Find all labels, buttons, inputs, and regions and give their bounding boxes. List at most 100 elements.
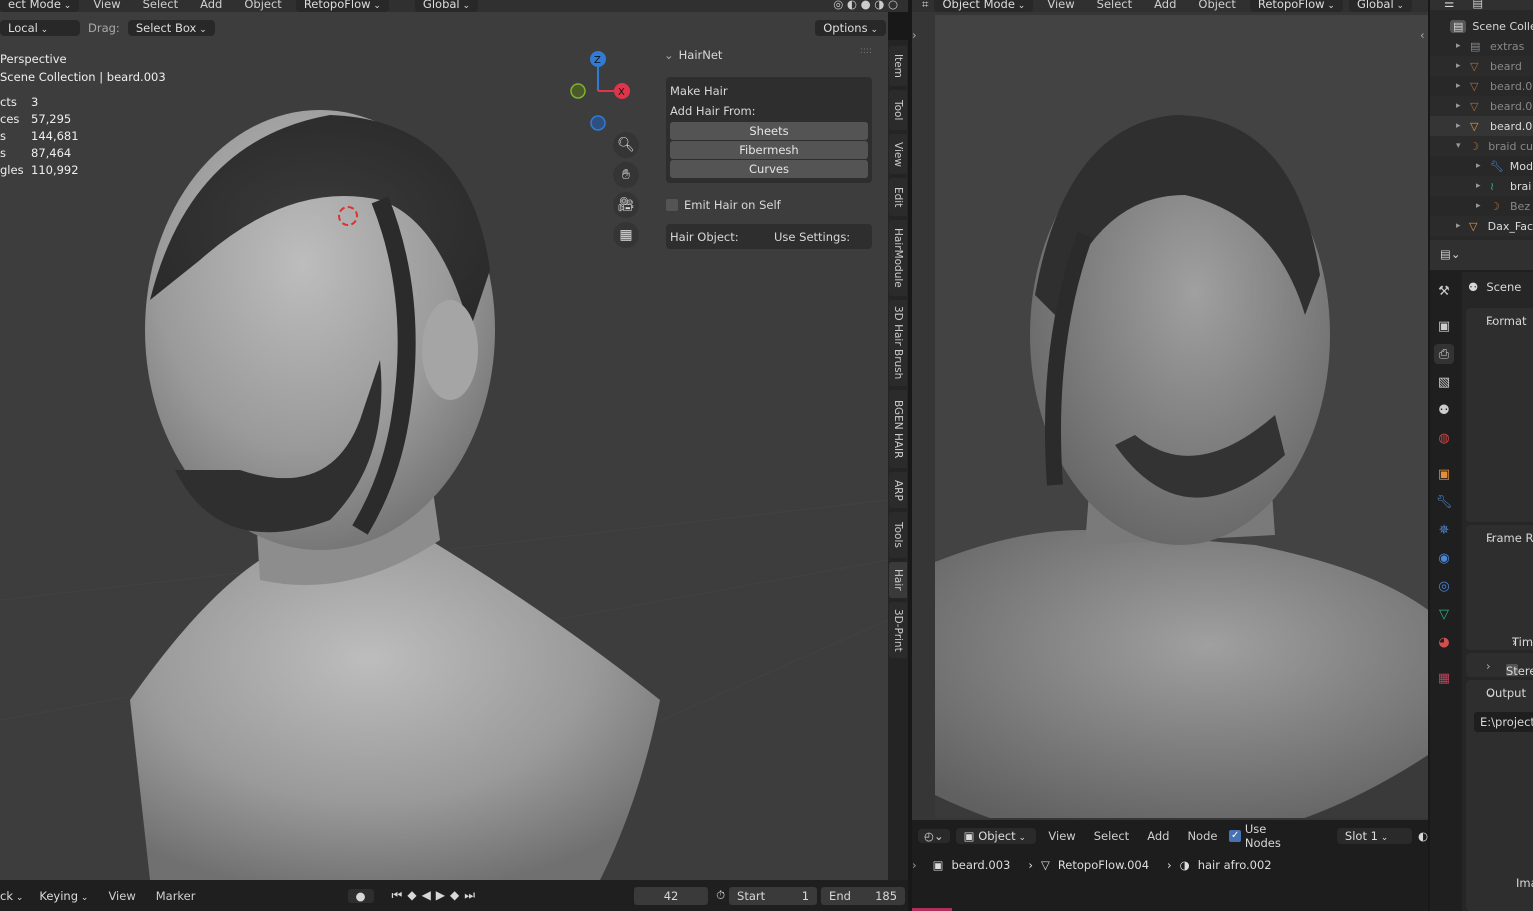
- fibermesh-button[interactable]: Fibermesh: [670, 141, 868, 159]
- tab-arp[interactable]: ARP: [889, 472, 907, 508]
- shader-menu-add[interactable]: Add: [1141, 829, 1175, 843]
- outliner-item[interactable]: ▸ ▽ beard.0: [1430, 116, 1533, 136]
- format-panel[interactable]: ⌄ Format: [1466, 308, 1533, 522]
- right-menu-add[interactable]: Add: [1146, 0, 1184, 11]
- zoom-icon[interactable]: 🔍︎: [613, 132, 639, 158]
- scene-icon[interactable]: ⚉: [1434, 400, 1454, 420]
- tab-item[interactable]: Item: [889, 46, 907, 86]
- drag-dropdown[interactable]: Select Box: [127, 20, 215, 36]
- physics-icon[interactable]: ◉: [1434, 548, 1454, 568]
- shader-type-dropdown[interactable]: ▣ Object: [955, 828, 1037, 844]
- slot-dropdown[interactable]: Slot 1: [1336, 828, 1412, 844]
- pan-hand-icon[interactable]: ✋︎: [613, 162, 639, 188]
- options-dropdown[interactable]: Options: [815, 20, 886, 36]
- tab-edit[interactable]: Edit: [889, 178, 907, 216]
- mode-dropdown[interactable]: ect Mode: [0, 0, 80, 12]
- right-viewport[interactable]: › ‹: [912, 0, 1428, 820]
- output-panel[interactable]: ⌄Output E:\project Ima: [1466, 680, 1533, 911]
- output-path-field[interactable]: E:\project: [1474, 712, 1533, 732]
- frame-range-panel[interactable]: ⌄Frame Ra › Time S: [1466, 525, 1533, 650]
- object-props-icon[interactable]: ▣: [1434, 464, 1454, 484]
- world-icon[interactable]: ◍: [1434, 428, 1454, 448]
- left-viewport[interactable]: Perspective Scene Collection | beard.003…: [0, 0, 888, 880]
- breadcrumb-material[interactable]: hair afro.002: [1198, 858, 1272, 872]
- tab-3d-hair-brush[interactable]: 3D Hair Brush: [889, 300, 907, 386]
- shading-icons[interactable]: ◎ ◐ ● ◑ ○: [833, 0, 898, 11]
- expand-arrow-icon[interactable]: ▾: [1456, 141, 1469, 151]
- orientation-dropdown[interactable]: Global: [414, 0, 479, 12]
- tab-tool[interactable]: Tool: [889, 90, 907, 130]
- timeline-menu-view[interactable]: View: [100, 889, 143, 903]
- menu-add[interactable]: Add: [192, 0, 230, 11]
- stereoscopy-panel[interactable]: › Stereo: [1466, 653, 1533, 678]
- breadcrumb-object[interactable]: beard.003: [951, 858, 1010, 872]
- outliner-item[interactable]: ▸ ▽ beard.0: [1430, 76, 1533, 96]
- hairnet-header[interactable]: ⌄ HairNet: [664, 48, 722, 62]
- editor-type-icon[interactable]: ▤⌄: [1440, 247, 1461, 261]
- shader-menu-select[interactable]: Select: [1088, 829, 1135, 843]
- curves-button[interactable]: Curves: [670, 160, 868, 178]
- end-frame-field[interactable]: End 185: [821, 886, 906, 905]
- record-button[interactable]: ●: [347, 888, 374, 903]
- expand-arrow-icon[interactable]: ▸: [1456, 41, 1470, 51]
- gizmo-x-label[interactable]: X: [618, 87, 625, 98]
- keying-dropdown[interactable]: Keying: [31, 888, 96, 904]
- 3d-cursor[interactable]: [338, 206, 358, 226]
- material-preview-icon[interactable]: ◐: [1418, 829, 1428, 843]
- expand-arrow-icon[interactable]: ▸: [1456, 61, 1470, 71]
- transform-space-dropdown[interactable]: Local: [0, 20, 80, 36]
- outliner-item[interactable]: ▸ 🔧︎ Mod: [1430, 156, 1533, 176]
- expand-arrow-icon[interactable]: ▸: [1456, 101, 1470, 111]
- shader-editor[interactable]: ◴⌄ ▣ Object View Select Add Node ✓Use No…: [912, 820, 1428, 911]
- outliner-item[interactable]: ▸ ☽ Bez: [1430, 196, 1533, 216]
- expand-arrow-icon[interactable]: ▸: [1456, 81, 1470, 91]
- toggle-sidebar-icon[interactable]: ‹: [1420, 28, 1425, 42]
- playback-dropdown[interactable]: ck: [0, 889, 27, 903]
- sheets-button[interactable]: Sheets: [670, 122, 868, 140]
- grid-perspective-icon[interactable]: ▦: [613, 222, 639, 248]
- modifier-wrench-icon[interactable]: 🔧︎: [1434, 492, 1454, 512]
- right-mode-dropdown[interactable]: Object Mode: [934, 0, 1034, 12]
- timeline-menu-marker[interactable]: Marker: [148, 889, 204, 903]
- use-nodes-checkbox[interactable]: ✓ Use Nodes: [1229, 822, 1302, 850]
- menu-object[interactable]: Object: [236, 0, 289, 11]
- retopoflow-dropdown[interactable]: RetopoFlow: [295, 0, 389, 12]
- tab-bgen-hair[interactable]: BGEN HAIR: [889, 390, 907, 468]
- outliner-item[interactable]: ▸ ≀ brai: [1430, 176, 1533, 196]
- outliner-item[interactable]: ▾ ☽ braid cu: [1430, 136, 1533, 156]
- particles-icon[interactable]: ✵: [1434, 520, 1454, 540]
- right-orientation-dropdown[interactable]: Global: [1348, 0, 1413, 12]
- tab-hairmodule[interactable]: HairModule: [889, 220, 907, 296]
- start-frame-field[interactable]: Start 1: [729, 886, 818, 905]
- navigation-gizmo[interactable]: Z X: [560, 45, 640, 135]
- render-icon[interactable]: ▣: [1434, 316, 1454, 336]
- right-menu-select[interactable]: Select: [1089, 0, 1140, 11]
- breadcrumb-mesh[interactable]: RetopoFlow.004: [1058, 858, 1149, 872]
- editor-type-icon[interactable]: ⌗: [922, 0, 928, 12]
- menu-view[interactable]: View: [85, 0, 128, 11]
- material-icon[interactable]: ◕: [1434, 632, 1454, 652]
- texture-icon[interactable]: ▦: [1434, 668, 1454, 688]
- outliner-scene-collection[interactable]: ▤ Scene Colle: [1430, 16, 1533, 36]
- expand-arrow-icon[interactable]: ▸: [1476, 181, 1490, 191]
- view-layer-icon[interactable]: ▧: [1434, 372, 1454, 392]
- outliner-item[interactable]: ▸ ▽ beard.0: [1430, 96, 1533, 116]
- tab-tools[interactable]: Tools: [889, 512, 907, 558]
- expand-arrow-icon[interactable]: ▸: [1476, 161, 1490, 171]
- emit-hair-checkbox[interactable]: Emit Hair on Self: [666, 198, 781, 212]
- mesh-data-icon[interactable]: ▽: [1434, 604, 1454, 624]
- tab-view[interactable]: View: [889, 134, 907, 174]
- checkbox-checked-icon[interactable]: ✓: [1229, 830, 1241, 842]
- checkbox-icon[interactable]: [666, 199, 678, 211]
- editor-type-icon[interactable]: ◴⌄: [918, 829, 950, 843]
- shader-menu-view[interactable]: View: [1042, 829, 1081, 843]
- output-icon[interactable]: ⎙: [1434, 344, 1454, 364]
- current-frame-field[interactable]: 42: [634, 886, 709, 905]
- playback-controls[interactable]: ⏮◆◀▶◆⏭: [392, 888, 481, 903]
- toggle-toolbar-icon[interactable]: ›: [912, 28, 917, 42]
- expand-arrow-icon[interactable]: ▸: [1476, 201, 1490, 211]
- tab-hair[interactable]: Hair: [889, 562, 907, 598]
- stopwatch-icon[interactable]: ⏱: [716, 888, 725, 903]
- right-menu-object[interactable]: Object: [1190, 0, 1243, 11]
- right-retopoflow-dropdown[interactable]: RetopoFlow: [1249, 0, 1343, 12]
